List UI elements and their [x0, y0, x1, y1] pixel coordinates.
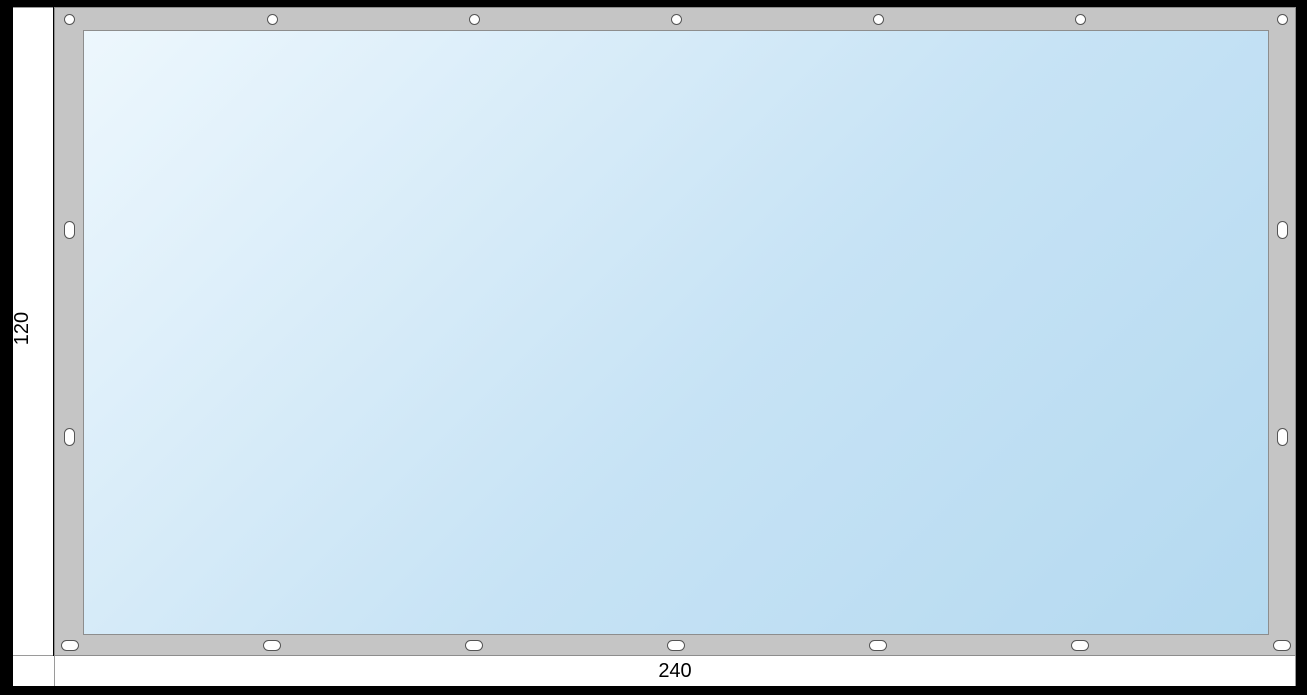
- mount-slot-icon: [64, 221, 75, 239]
- mount-hole-icon: [469, 14, 480, 25]
- dimension-height: 120: [3, 0, 43, 656]
- panel-frame: [54, 7, 1296, 656]
- dimension-width: 240: [54, 656, 1296, 686]
- mount-slot-icon: [1277, 221, 1288, 239]
- mount-slot-icon: [61, 640, 79, 651]
- dimension-width-value: 240: [658, 660, 691, 683]
- mount-hole-icon: [671, 14, 682, 25]
- mount-hole-icon: [873, 14, 884, 25]
- mount-hole-icon: [1277, 14, 1288, 25]
- mount-slot-icon: [1277, 428, 1288, 446]
- diagram-stage: 120 240: [0, 0, 1307, 695]
- mount-slot-icon: [1071, 640, 1089, 651]
- mount-slot-icon: [64, 428, 75, 446]
- dimension-height-value: 120: [12, 311, 35, 344]
- mount-hole-icon: [64, 14, 75, 25]
- panel-glass: [83, 30, 1269, 635]
- mount-slot-icon: [465, 640, 483, 651]
- mount-hole-icon: [267, 14, 278, 25]
- mount-slot-icon: [1273, 640, 1291, 651]
- mount-slot-icon: [667, 640, 685, 651]
- mount-slot-icon: [263, 640, 281, 651]
- mount-hole-icon: [1075, 14, 1086, 25]
- mount-slot-icon: [869, 640, 887, 651]
